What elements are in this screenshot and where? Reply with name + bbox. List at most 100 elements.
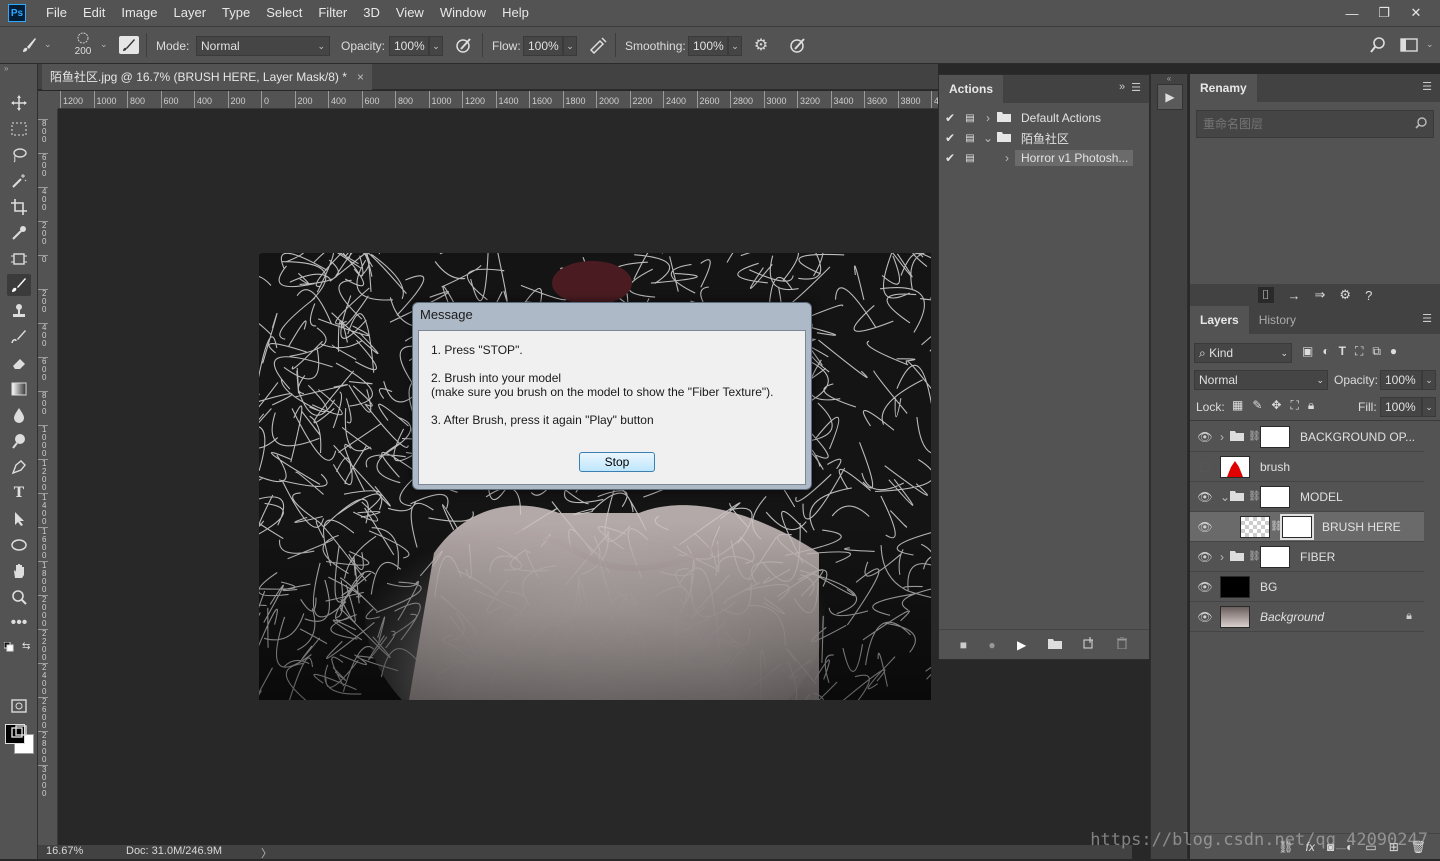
dodge-tool-icon[interactable] xyxy=(7,430,31,452)
dialog-toggle-icon[interactable]: ▤ xyxy=(961,113,979,124)
close-window-button[interactable]: ✕ xyxy=(1400,2,1432,24)
visibility-eye-icon[interactable]: 👁︎ xyxy=(1190,610,1220,624)
marquee-tool-icon[interactable] xyxy=(7,118,31,140)
menu-window[interactable]: Window xyxy=(432,0,494,26)
visibility-eye-icon[interactable]: 👁︎ xyxy=(1190,430,1220,444)
layer-thumbnail[interactable] xyxy=(1220,455,1250,478)
layer-opacity-input[interactable]: 100% xyxy=(1380,370,1422,390)
screen-mode-icon[interactable] xyxy=(7,721,31,743)
tab-renamy[interactable]: Renamy xyxy=(1190,74,1257,102)
checkmark-icon[interactable]: ✔ xyxy=(939,131,961,145)
visibility-eye-icon[interactable]: 👁︎ xyxy=(1190,580,1220,594)
quick-mask-icon[interactable] xyxy=(7,695,31,717)
pressure-size-icon[interactable] xyxy=(787,35,809,55)
menu-view[interactable]: View xyxy=(388,0,432,26)
visibility-toggle-off[interactable] xyxy=(1190,461,1220,472)
arrow-right-icon[interactable]: → xyxy=(1288,288,1301,303)
search-icon[interactable] xyxy=(1367,35,1389,55)
link-chain-icon[interactable]: ⛓ xyxy=(1248,491,1261,502)
layer-opacity-dropdown[interactable]: ⌄ xyxy=(1422,370,1436,390)
chevron-down-icon[interactable]: ⌄ xyxy=(1426,39,1434,50)
restore-button[interactable]: ❐ xyxy=(1368,2,1400,24)
layer-mask-thumbnail[interactable] xyxy=(1260,425,1290,448)
brush-tool-preset-icon[interactable] xyxy=(18,35,40,55)
default-colors-icon[interactable] xyxy=(3,641,14,652)
menu-help[interactable]: Help xyxy=(494,0,537,26)
rename-search-input[interactable] xyxy=(1197,111,1397,137)
move-tool-icon[interactable] xyxy=(7,92,31,114)
chevron-down-icon[interactable]: ⌄ xyxy=(1220,490,1230,504)
layer-mask-thumbnail[interactable] xyxy=(1260,485,1290,508)
brush-panel-toggle-icon[interactable] xyxy=(119,36,139,54)
visibility-eye-icon[interactable]: 👁︎ xyxy=(1190,520,1220,534)
opacity-dropdown[interactable]: ⌄ xyxy=(429,36,443,56)
layer-row[interactable]: 👁︎ Background 🔒︎ xyxy=(1190,602,1424,632)
gradient-tool-icon[interactable] xyxy=(7,378,31,400)
layer-row[interactable]: 👁︎ › ⛓ FIBER xyxy=(1190,542,1424,572)
checkmark-icon[interactable]: ✔ xyxy=(939,111,961,125)
link-chain-icon[interactable]: ⛓ xyxy=(1270,521,1283,532)
filter-adjustment-icon[interactable]: ◐ xyxy=(1322,344,1329,359)
pressure-opacity-icon[interactable] xyxy=(453,35,475,55)
new-action-icon[interactable] xyxy=(1083,637,1095,652)
new-set-folder-icon[interactable] xyxy=(1047,638,1062,652)
menu-layer[interactable]: Layer xyxy=(166,0,215,26)
magic-wand-tool-icon[interactable] xyxy=(7,170,31,192)
visibility-eye-icon[interactable]: 👁︎ xyxy=(1190,490,1220,504)
expand-panel-icon[interactable]: » xyxy=(4,64,8,73)
gear-icon[interactable]: ⚙ xyxy=(750,35,772,55)
ellipse-tool-icon[interactable] xyxy=(7,534,31,556)
tab-layers[interactable]: Layers xyxy=(1190,306,1249,334)
frame-tool-icon[interactable] xyxy=(7,248,31,270)
smoothing-input[interactable]: 100% xyxy=(688,36,728,56)
zoom-level[interactable]: 16.67% xyxy=(46,845,83,857)
tab-actions[interactable]: Actions xyxy=(939,75,1004,103)
flow-dropdown[interactable]: ⌄ xyxy=(563,36,577,56)
workspace-icon[interactable] xyxy=(1398,35,1420,55)
record-icon[interactable]: ● xyxy=(988,638,995,652)
document-tab[interactable]: 陌鱼社区.jpg @ 16.7% (BRUSH HERE, Layer Mask… xyxy=(42,64,372,90)
double-arrow-icon[interactable]: ⇒ xyxy=(1315,287,1326,303)
menu-edit[interactable]: Edit xyxy=(75,0,113,26)
chevron-down-icon[interactable]: ⌄ xyxy=(979,131,997,145)
opacity-input[interactable]: 100% xyxy=(389,36,429,56)
panel-menu-icon[interactable]: ☰ xyxy=(1131,81,1141,97)
tab-history[interactable]: History xyxy=(1249,306,1306,334)
menu-file[interactable]: File xyxy=(38,0,75,26)
filter-shape-icon[interactable]: ⛶ xyxy=(1355,344,1363,359)
link-chain-icon[interactable]: ⛓ xyxy=(1248,551,1261,562)
lock-image-icon[interactable]: ✎ xyxy=(1252,398,1262,413)
close-tab-icon[interactable]: × xyxy=(357,64,364,90)
layer-row-selected[interactable]: 👁︎ ⛓ BRUSH HERE xyxy=(1190,512,1424,542)
chevron-down-icon[interactable]: ⌄ xyxy=(100,39,108,50)
action-set-row[interactable]: ✔ ▤ ⌄ 陌鱼社区 xyxy=(939,128,1135,148)
layer-mask-thumbnail[interactable] xyxy=(1280,513,1314,540)
panel-menu-icon[interactable]: ☰ xyxy=(1414,306,1440,334)
layer-mask-thumbnail[interactable] xyxy=(1260,545,1290,568)
pen-tool-icon[interactable] xyxy=(7,456,31,478)
fill-dropdown[interactable]: ⌄ xyxy=(1422,397,1436,417)
rename-tool-icon[interactable]: ⌷ xyxy=(1257,287,1274,303)
link-chain-icon[interactable]: ⛓ xyxy=(1248,431,1261,442)
flow-input[interactable]: 100% xyxy=(523,36,563,56)
lock-all-icon[interactable]: 🔒︎ xyxy=(1308,398,1314,413)
layer-thumbnail[interactable] xyxy=(1220,605,1250,628)
chevron-right-icon[interactable]: › xyxy=(979,151,1009,165)
smoothing-dropdown[interactable]: ⌄ xyxy=(728,36,742,56)
filter-type-icon[interactable]: T xyxy=(1339,344,1346,359)
collapse-panel-icon[interactable]: » xyxy=(1119,81,1125,97)
filter-kind-select[interactable]: ⌕ Kind ⌄ xyxy=(1194,343,1292,363)
brush-tool-icon[interactable] xyxy=(7,274,31,296)
filter-smart-object-icon[interactable]: ⧉ xyxy=(1372,344,1381,359)
eraser-tool-icon[interactable] xyxy=(7,352,31,374)
visibility-eye-icon[interactable]: 👁︎ xyxy=(1190,550,1220,564)
trash-icon[interactable] xyxy=(1116,636,1128,652)
lock-artboard-icon[interactable]: ⛶ xyxy=(1290,398,1298,413)
brush-size-picker[interactable]: 200 xyxy=(68,31,98,61)
menu-3d[interactable]: 3D xyxy=(355,0,388,26)
rename-search-field[interactable] xyxy=(1196,110,1434,138)
filter-toggle-icon[interactable]: ● xyxy=(1390,344,1397,359)
checkmark-icon[interactable]: ✔ xyxy=(939,151,961,165)
mode-select[interactable]: Normal ⌄ xyxy=(196,36,330,56)
menu-select[interactable]: Select xyxy=(258,0,310,26)
